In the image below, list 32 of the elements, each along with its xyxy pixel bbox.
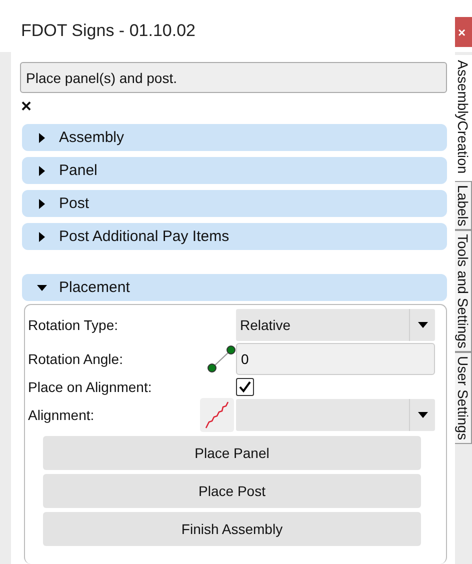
action-button[interactable]: Finish Assembly <box>43 512 421 546</box>
caret-icon <box>418 412 428 418</box>
close-button[interactable]: × <box>455 17 472 47</box>
expand-triangle-icon <box>37 198 47 208</box>
action-button[interactable]: Place Post <box>43 474 421 508</box>
field-label: Place on Alignment: <box>28 379 153 395</box>
rotation-angle-field[interactable]: 0 <box>236 343 435 375</box>
field-label: Rotation Type: <box>28 317 120 333</box>
prompt-message: Place panel(s) and post. <box>20 62 447 93</box>
side-tab[interactable]: Labels <box>455 180 472 230</box>
side-tab[interactable]: User Settings <box>455 352 472 444</box>
collapse-triangle-icon <box>37 282 47 292</box>
window-title: FDOT Signs - 01.10.02 <box>21 21 196 41</box>
field-label: Alignment: <box>28 407 96 423</box>
side-tab[interactable]: Tools and Settings <box>455 230 472 352</box>
rotation-type-dropdown[interactable]: Relative <box>236 309 435 341</box>
expand-triangle-icon <box>37 232 47 242</box>
side-tab[interactable]: AssemblyCreation <box>455 55 472 181</box>
section-header[interactable]: Post <box>22 190 447 217</box>
section-header[interactable]: Placement <box>22 274 447 301</box>
dismiss-button[interactable]: × <box>21 97 32 115</box>
field-label: Rotation Angle: <box>28 351 124 367</box>
caret-icon <box>418 322 428 328</box>
angle-icon[interactable] <box>206 344 236 374</box>
expand-triangle-icon <box>37 132 47 142</box>
expand-triangle-icon <box>37 166 47 176</box>
section-header[interactable]: Panel <box>22 157 447 184</box>
section-header[interactable]: Assembly <box>22 124 447 151</box>
alignment-pick-button[interactable] <box>200 398 234 432</box>
section-header[interactable]: Post Additional Pay Items <box>22 223 447 250</box>
checkbox[interactable] <box>236 378 254 396</box>
action-button[interactable]: Place Panel <box>43 436 421 470</box>
